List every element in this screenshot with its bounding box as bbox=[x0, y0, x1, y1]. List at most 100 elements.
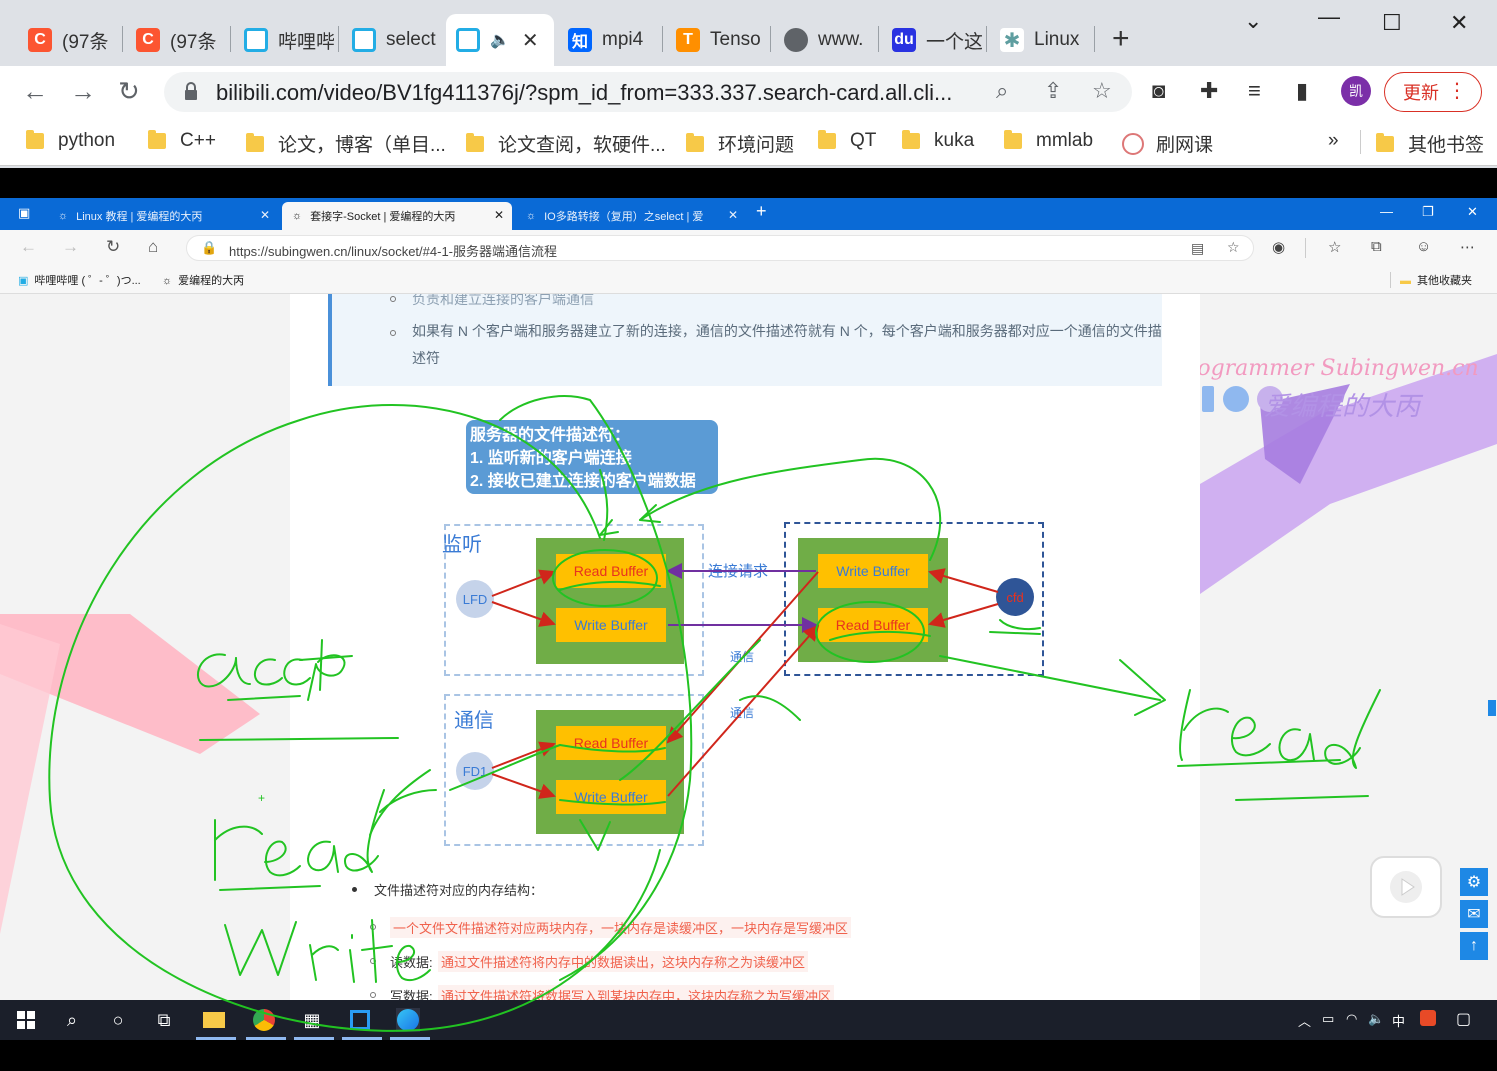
settings-icon[interactable]: ⚙ bbox=[1460, 868, 1488, 896]
task-view-icon[interactable]: ⧉ bbox=[152, 1008, 176, 1032]
bookmark-star-icon[interactable]: ☆ bbox=[1092, 78, 1112, 104]
favorite-add-icon[interactable]: ☆ bbox=[1227, 239, 1240, 256]
favorites-icon[interactable]: ☆ bbox=[1328, 238, 1341, 256]
app-icon[interactable]: ▦ bbox=[300, 1008, 324, 1032]
video-play-card[interactable] bbox=[1370, 856, 1442, 918]
comments-icon[interactable]: ✉ bbox=[1460, 900, 1488, 928]
zoom-icon[interactable]: ⌕ bbox=[996, 78, 1008, 104]
bookmark-label: 论文，博客（单目... bbox=[278, 135, 446, 156]
outer-tab-7[interactable]: T Tenso bbox=[666, 14, 766, 66]
bookmark-label: 其他书签 bbox=[1408, 135, 1485, 156]
edge-icon[interactable] bbox=[396, 1008, 420, 1032]
back-icon[interactable]: ← bbox=[20, 237, 37, 257]
bookmark-bilibili[interactable]: ▣ 哔哩哔哩 ( ゜- ゜)つ... bbox=[18, 272, 141, 288]
ime-indicator[interactable]: 中 bbox=[1392, 1011, 1405, 1030]
outer-tab-9[interactable]: du 一个这 bbox=[882, 14, 982, 66]
inner-tab-2[interactable]: ☼ 套接字-Socket | 爱编程的大丙 ✕ bbox=[282, 202, 512, 230]
back-to-top-icon[interactable]: ↑ bbox=[1460, 932, 1488, 960]
forward-icon[interactable]: → bbox=[70, 76, 96, 107]
bookmark-link[interactable]: 刷网课 bbox=[1122, 130, 1213, 157]
reload-icon[interactable]: ↻ bbox=[106, 237, 120, 257]
profile-icon[interactable]: ☺ bbox=[1416, 238, 1431, 255]
vm-icon[interactable] bbox=[348, 1008, 372, 1032]
address-bar[interactable]: bilibili.com/video/BV1fg411376j/?spm_id_… bbox=[164, 72, 1132, 112]
extension-icon[interactable]: ◙ bbox=[1152, 78, 1165, 104]
close-tab-icon[interactable]: ✕ bbox=[494, 208, 504, 222]
bookmark-folder[interactable]: 论文，博客（单目... bbox=[246, 130, 446, 157]
speaker-icon[interactable]: 🔈 bbox=[490, 30, 510, 50]
collections-icon[interactable]: ⧉ bbox=[1371, 238, 1382, 255]
tab-search-icon[interactable]: ⌄ bbox=[1244, 8, 1262, 34]
note-text: 述符 bbox=[412, 350, 440, 366]
new-tab-button[interactable]: + bbox=[1112, 24, 1130, 54]
address-text[interactable]: bilibili.com/video/BV1fg411376j/?spm_id_… bbox=[216, 80, 952, 106]
outer-tab-4[interactable]: select bbox=[342, 14, 442, 66]
scrollbar-thumb[interactable] bbox=[1488, 700, 1496, 716]
bookmark-folder[interactable]: QT bbox=[818, 130, 876, 152]
search-icon[interactable]: ⌕ bbox=[60, 1008, 84, 1032]
outer-tab-6[interactable]: 知 mpi4 bbox=[558, 14, 658, 66]
extension-icon[interactable]: ◉ bbox=[1272, 238, 1285, 256]
bookmark-subingwen[interactable]: ☼ 爱编程的大丙 bbox=[162, 272, 244, 288]
close-tab-icon[interactable]: ✕ bbox=[260, 208, 270, 222]
avatar[interactable]: 凯 bbox=[1341, 76, 1371, 106]
inner-tab-1[interactable]: ☼ Linux 教程 | 爱编程的大丙 ✕ bbox=[48, 202, 278, 230]
windows-start-icon[interactable] bbox=[14, 1008, 38, 1032]
close-window-button[interactable]: ✕ bbox=[1450, 10, 1468, 36]
course-icon bbox=[1122, 132, 1144, 155]
inner-tab-3[interactable]: ☼ IO多路转接（复用）之select | 爱 ✕ bbox=[516, 202, 746, 230]
folder-icon bbox=[1004, 130, 1022, 149]
more-menu-icon[interactable]: ⋯ bbox=[1460, 238, 1475, 256]
maximize-button[interactable]: ☐ bbox=[1382, 10, 1402, 36]
outer-tab-active[interactable]: 🔈 ✕ bbox=[446, 14, 554, 66]
cortana-icon[interactable]: ○ bbox=[106, 1008, 130, 1032]
outer-tab-1[interactable]: C (97条 bbox=[18, 14, 118, 66]
share-icon[interactable]: ⇪ bbox=[1044, 78, 1062, 104]
minimize-button[interactable]: — bbox=[1318, 4, 1340, 30]
outer-tab-10[interactable]: ✱ Linux bbox=[990, 14, 1090, 66]
restore-button[interactable]: ❐ bbox=[1422, 204, 1434, 220]
close-tab-icon[interactable]: ✕ bbox=[522, 28, 539, 53]
update-button[interactable]: 更新 ⋮ bbox=[1384, 72, 1482, 112]
notification-icon[interactable]: ▢ bbox=[1456, 1009, 1471, 1029]
bookmark-folder[interactable]: kuka bbox=[902, 130, 974, 152]
inner-address-bar[interactable]: 🔒 https://subingwen.cn/linux/socket/#4-1… bbox=[186, 235, 1254, 261]
outer-tab-3[interactable]: 哔哩哔 bbox=[234, 14, 334, 66]
play-icon bbox=[1390, 871, 1422, 903]
close-window-button[interactable]: ✕ bbox=[1467, 204, 1478, 220]
other-bookmarks[interactable]: 其他书签 bbox=[1376, 130, 1484, 157]
forward-icon[interactable]: → bbox=[62, 237, 79, 257]
media-control-icon[interactable]: ≡ bbox=[1248, 78, 1261, 104]
bilibili-icon bbox=[456, 28, 480, 52]
tray-chevron-icon[interactable]: ︿ bbox=[1298, 1011, 1311, 1030]
back-icon[interactable]: ← bbox=[22, 76, 48, 107]
close-tab-icon[interactable]: ✕ bbox=[728, 208, 738, 222]
outer-tab-2[interactable]: C (97条 bbox=[126, 14, 226, 66]
puzzle-icon[interactable]: ✚ bbox=[1200, 78, 1218, 104]
inner-address-text[interactable]: https://subingwen.cn/linux/socket/#4-1-服… bbox=[229, 241, 557, 260]
minimize-button[interactable]: — bbox=[1380, 204, 1393, 219]
chrome-icon[interactable] bbox=[252, 1008, 276, 1032]
bookmark-folder[interactable]: 论文查阅，软硬件... bbox=[466, 130, 666, 157]
battery-icon[interactable]: ▭ bbox=[1322, 1011, 1334, 1027]
new-tab-button[interactable]: + bbox=[756, 201, 767, 222]
tab-actions-icon[interactable]: ▣ bbox=[18, 205, 30, 221]
menu-dots-icon[interactable]: ⋮ bbox=[1447, 78, 1467, 103]
bookmark-folder[interactable]: C++ bbox=[148, 130, 216, 152]
reader-mode-icon[interactable]: ▤ bbox=[1191, 240, 1204, 257]
sogou-ime-icon[interactable] bbox=[1420, 1010, 1436, 1026]
home-icon[interactable]: ⌂ bbox=[148, 237, 158, 257]
other-favorites[interactable]: ▬ 其他收藏夹 bbox=[1400, 272, 1472, 288]
tab-separator bbox=[1094, 26, 1095, 52]
volume-icon[interactable]: 🔈 bbox=[1368, 1011, 1384, 1027]
bookmark-folder[interactable]: 环境问题 bbox=[686, 130, 794, 157]
bookmark-folder[interactable]: python bbox=[26, 130, 115, 152]
side-panel-icon[interactable]: ▮ bbox=[1296, 78, 1308, 104]
file-explorer-icon[interactable] bbox=[202, 1008, 226, 1032]
lock-icon: 🔒 bbox=[201, 240, 218, 255]
reload-icon[interactable]: ↻ bbox=[118, 76, 140, 107]
wifi-icon[interactable]: ◠ bbox=[1346, 1011, 1357, 1027]
outer-tab-8[interactable]: www. bbox=[774, 14, 874, 66]
bookmark-folder[interactable]: mmlab bbox=[1004, 130, 1093, 152]
bookmarks-overflow-button[interactable]: » bbox=[1328, 130, 1339, 152]
